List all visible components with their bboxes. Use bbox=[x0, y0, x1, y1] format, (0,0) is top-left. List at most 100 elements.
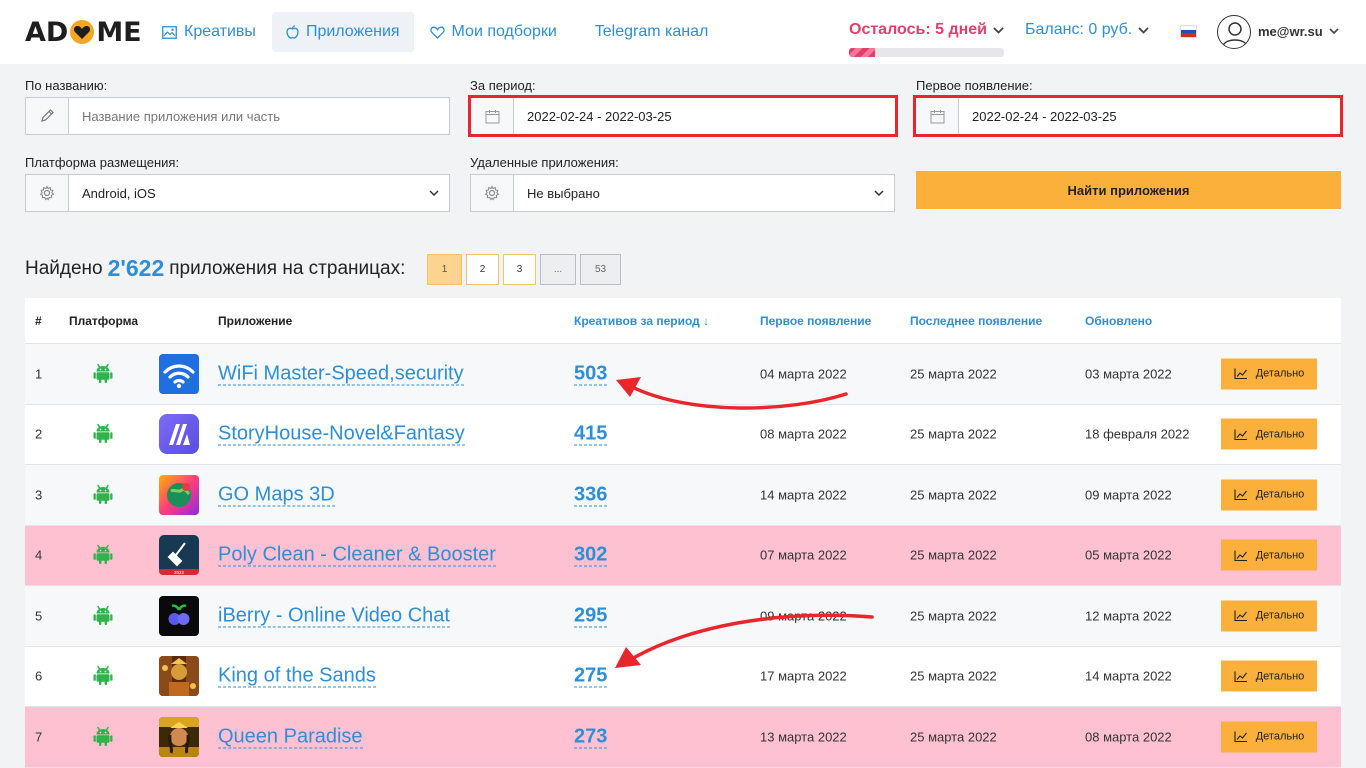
col-updated-header[interactable]: Обновлено bbox=[1085, 314, 1152, 328]
wifi-app-icon[interactable] bbox=[159, 353, 199, 394]
logo[interactable]: AD ME bbox=[25, 16, 142, 48]
results-summary: Найдено 2'622 приложения на страницах: bbox=[25, 255, 405, 282]
days-left-text: Осталось: 5 дней bbox=[849, 21, 987, 38]
detail-button-label: Детально bbox=[1255, 488, 1305, 501]
gomaps-app-icon[interactable] bbox=[159, 474, 199, 515]
page-2-button[interactable]: 2 bbox=[466, 254, 499, 285]
chart-icon bbox=[1234, 489, 1252, 501]
app-name-link[interactable]: WiFi Master-Speed,security bbox=[218, 362, 464, 386]
col-creatives-header[interactable]: Креативов за период ↓ bbox=[574, 314, 709, 328]
period-date-range-field[interactable]: 2022-02-24 - 2022-03-25 bbox=[468, 95, 898, 137]
creatives-count-link[interactable]: 273 bbox=[574, 725, 608, 749]
first-seen-date: 14 марта 2022 bbox=[760, 487, 847, 503]
page-1-button[interactable]: 1 bbox=[427, 254, 462, 285]
deleted-apps-select[interactable]: Не выбрано bbox=[470, 174, 895, 212]
app-name-link[interactable]: StoryHouse-Novel&Fantasy bbox=[218, 423, 465, 446]
storyhouse-app-icon[interactable] bbox=[159, 414, 199, 455]
table-row: 3 GO Maps 3D 336 14 марта 2022 25 марта 2022… bbox=[25, 465, 1341, 526]
main-nav: Креативы Приложения Мои подборки Telegra… bbox=[148, 12, 724, 52]
table-row: 6 King of the Sands 275 17 марта 2022 25 мар… bbox=[25, 646, 1341, 707]
first-seen-date: 07 марта 2022 bbox=[760, 547, 847, 563]
chart-icon bbox=[1234, 670, 1252, 682]
calendar-icon bbox=[916, 98, 959, 134]
results-count: 2'622 bbox=[107, 255, 165, 281]
col-platform-header: Платформа bbox=[69, 314, 139, 328]
creatives-count-link[interactable]: 415 bbox=[574, 423, 608, 446]
nav-collections[interactable]: Мои подборки bbox=[416, 12, 571, 52]
polyclean-app-icon[interactable]: 2022 bbox=[159, 535, 199, 576]
updated-date: 18 февраля 2022 bbox=[1085, 426, 1190, 442]
detail-button[interactable]: Детально bbox=[1221, 358, 1317, 390]
row-number: 5 bbox=[35, 608, 43, 624]
first-seen-filter-label: Первое появление: bbox=[916, 78, 1033, 93]
detail-button[interactable]: Детально bbox=[1221, 479, 1317, 511]
detail-button[interactable]: Детально bbox=[1221, 418, 1317, 450]
page-3-button[interactable]: 3 bbox=[503, 254, 536, 285]
creatives-count-link[interactable]: 302 bbox=[574, 544, 608, 567]
app-name-link[interactable]: GO Maps 3D bbox=[218, 483, 335, 507]
first-seen-date-range-value: 2022-02-24 - 2022-03-25 bbox=[972, 108, 1117, 124]
nav-telegram-label: Telegram канал bbox=[594, 23, 709, 40]
first-seen-date: 09 марта 2022 bbox=[760, 608, 847, 624]
page-ellipsis-button[interactable]: ... bbox=[540, 254, 576, 285]
nav-apps[interactable]: Приложения bbox=[271, 12, 414, 52]
detail-button[interactable]: Детально bbox=[1221, 600, 1317, 632]
creatives-count-link[interactable]: 503 bbox=[574, 362, 608, 386]
nav-collections-label: Мои подборки bbox=[451, 23, 557, 40]
row-number: 3 bbox=[35, 487, 43, 503]
detail-button[interactable]: Детально bbox=[1221, 539, 1317, 571]
balance-dropdown[interactable]: Баланс: 0 руб. bbox=[1025, 21, 1149, 39]
table-row: 7 Queen Paradise 273 13 марта 2022 25 марта … bbox=[25, 707, 1341, 768]
android-icon bbox=[93, 482, 113, 507]
detail-button[interactable]: Детально bbox=[1221, 721, 1317, 753]
chevron-down-icon bbox=[993, 26, 1004, 34]
russian-flag-icon[interactable] bbox=[1180, 25, 1197, 38]
creatives-count-link[interactable]: 275 bbox=[574, 665, 608, 688]
user-email: me@wr.su bbox=[1258, 24, 1323, 39]
subscription-days-dropdown[interactable]: Осталось: 5 дней bbox=[849, 21, 1004, 39]
android-icon bbox=[93, 361, 113, 386]
platform-select[interactable]: Android, iOS bbox=[25, 174, 450, 212]
table-row: 2 StoryHouse-Novel&Fantasy 415 08 марта 202… bbox=[25, 404, 1341, 465]
app-name-link[interactable]: King of the Sands bbox=[218, 665, 376, 688]
page-last-button[interactable]: 53 bbox=[580, 254, 621, 285]
table-header: # Платформа Приложение Креативов за пери… bbox=[25, 298, 1341, 344]
row-number: 6 bbox=[35, 668, 43, 684]
results-prefix: Найдено bbox=[25, 257, 103, 279]
creatives-count-link[interactable]: 295 bbox=[574, 604, 608, 628]
apple-icon bbox=[286, 25, 299, 39]
updated-date: 03 марта 2022 bbox=[1085, 366, 1172, 382]
logo-left-text: AD bbox=[25, 16, 69, 48]
gear-icon bbox=[26, 175, 69, 211]
days-progress-bar bbox=[849, 48, 1004, 57]
chevron-down-icon bbox=[864, 175, 894, 211]
row-number: 2 bbox=[35, 426, 43, 442]
deleted-filter-label: Удаленные приложения: bbox=[470, 155, 619, 170]
find-apps-button[interactable]: Найти приложения bbox=[916, 171, 1341, 209]
user-menu[interactable]: me@wr.su bbox=[1258, 24, 1339, 39]
platform-filter-label: Платформа размещения: bbox=[25, 155, 180, 170]
creatives-count-link[interactable]: 336 bbox=[574, 483, 608, 507]
queenparadise-app-icon[interactable] bbox=[159, 716, 199, 757]
app-name-link[interactable]: Poly Clean - Cleaner & Booster bbox=[218, 544, 496, 567]
app-name-link[interactable]: Queen Paradise bbox=[218, 725, 363, 749]
detail-button[interactable]: Детально bbox=[1221, 660, 1317, 692]
app-name-link[interactable]: iBerry - Online Video Chat bbox=[218, 604, 450, 628]
kingsands-app-icon[interactable] bbox=[159, 656, 199, 697]
name-search-input[interactable] bbox=[69, 98, 449, 134]
nav-telegram[interactable]: Telegram канал bbox=[581, 12, 723, 52]
first-seen-date-range-field[interactable]: 2022-02-24 - 2022-03-25 bbox=[913, 95, 1343, 137]
last-seen-date: 25 марта 2022 bbox=[910, 487, 997, 503]
results-suffix: приложения на страницах: bbox=[169, 257, 406, 279]
last-seen-date: 25 марта 2022 bbox=[910, 547, 997, 563]
nav-creatives-label: Креативы bbox=[184, 23, 256, 40]
col-first-seen-header[interactable]: Первое появление bbox=[760, 314, 871, 328]
user-avatar-icon[interactable] bbox=[1217, 15, 1251, 49]
col-last-seen-header[interactable]: Последнее появление bbox=[910, 314, 1042, 328]
iberry-app-icon[interactable] bbox=[159, 595, 199, 636]
detail-button-label: Детально bbox=[1255, 428, 1305, 441]
pencil-icon bbox=[26, 98, 69, 134]
chart-icon bbox=[1234, 428, 1252, 440]
image-icon bbox=[162, 25, 177, 39]
nav-creatives[interactable]: Креативы bbox=[148, 12, 270, 52]
